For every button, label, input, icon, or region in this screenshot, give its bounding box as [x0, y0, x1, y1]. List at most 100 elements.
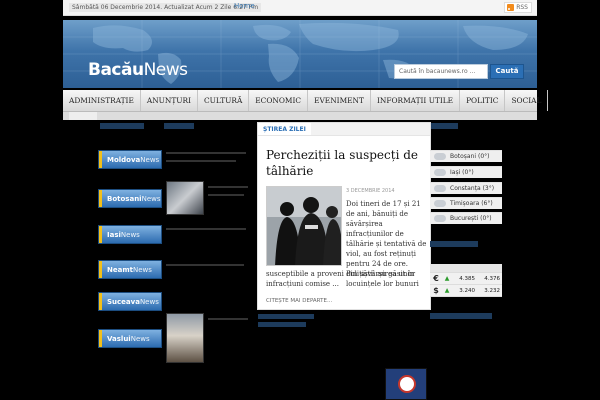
banner-accent	[99, 330, 102, 347]
fx-header-row	[430, 264, 502, 273]
news-logo-thumbnail[interactable]	[385, 368, 427, 400]
cloud-icon	[434, 185, 446, 192]
cloud-icon	[434, 215, 446, 222]
middle-column-heading	[164, 123, 194, 129]
nav-item-administratie[interactable]: ADMINISTRAȚIE	[63, 90, 141, 111]
featured-label: ȘTIREA ZILEI	[258, 123, 311, 135]
headline-placeholder[interactable]	[208, 186, 248, 188]
weather-city: București	[450, 215, 479, 222]
dollar-icon: $	[433, 286, 439, 295]
weather-row-timisoara[interactable]: Timișoara (6°)	[430, 197, 502, 209]
featured-date: 3 DECEMBRIE 2014	[346, 188, 395, 194]
weather-city: Timișoara	[450, 200, 480, 207]
cloud-icon	[434, 169, 446, 176]
police-photo-icon	[267, 187, 341, 265]
weather-temp: (0°)	[480, 215, 492, 222]
headline-placeholder[interactable]	[166, 152, 246, 154]
botosani-news-banner[interactable]: BotosaniNews	[98, 189, 162, 208]
badge-icon	[398, 375, 416, 393]
weather-temp: (0°)	[478, 153, 490, 160]
nav-item-eveniment[interactable]: EVENIMENT	[308, 90, 371, 111]
weather-row-bucuresti[interactable]: București (0°)	[430, 212, 502, 224]
headline-placeholder[interactable]	[208, 194, 244, 196]
banner-light: News	[139, 298, 159, 306]
nav-item-social[interactable]: SOCIAL	[505, 90, 549, 111]
featured-article: ȘTIREA ZILEI Percheziții la suspecți de …	[257, 122, 431, 310]
building-thumbnail[interactable]	[166, 313, 204, 363]
site-header: BacăuNews Caută în bacaunews.ro ... Caut…	[63, 20, 537, 88]
banner-light: News	[141, 195, 161, 203]
weather-city: Iași	[450, 169, 461, 176]
sub-nav-tag	[69, 112, 97, 120]
neamt-news-banner[interactable]: NeamtNews	[98, 260, 162, 279]
iasi-news-banner[interactable]: IasiNews	[98, 225, 162, 244]
weather-city: Botoșani	[450, 153, 477, 160]
weather-temp: (0°)	[462, 169, 474, 176]
cloud-icon	[434, 153, 446, 160]
nav-item-anunturi[interactable]: ANUNȚURI	[141, 90, 199, 111]
banner-bold: Botosani	[107, 195, 142, 203]
featured-body-continued: susceptibile a proveni din săvârșirea un…	[266, 270, 416, 288]
moldova-news-banner[interactable]: MoldovaNews	[98, 150, 162, 169]
rss-link[interactable]: RSS	[504, 2, 532, 13]
suceava-news-banner[interactable]: SuceavaNews	[98, 292, 162, 311]
search-button[interactable]: Caută	[490, 64, 524, 79]
banner-bold: Iasi	[107, 231, 121, 239]
banner-accent	[99, 261, 102, 278]
sidebar-heading	[430, 313, 492, 319]
headline-placeholder[interactable]	[166, 228, 246, 230]
headline-placeholder[interactable]	[166, 264, 244, 266]
featured-photo[interactable]	[266, 186, 342, 266]
banner-accent	[99, 226, 102, 243]
nav-item-politic[interactable]: POLITIC	[460, 90, 506, 111]
home-link[interactable]: Home	[234, 2, 255, 10]
vaslui-news-banner[interactable]: VasluiNews	[98, 329, 162, 348]
banner-light: News	[140, 156, 160, 164]
weather-temp: (6°)	[481, 200, 493, 207]
weather-row-botosani[interactable]: Botoșani (0°)	[430, 150, 502, 162]
banner-accent	[99, 151, 102, 168]
top-bar: Sâmbătă 06 Decembrie 2014. Actualizat Ac…	[63, 0, 537, 16]
featured-title[interactable]: Percheziții la suspecți de tâlhărie	[266, 147, 426, 179]
headline-placeholder[interactable]	[208, 318, 248, 320]
nav-item-cultura[interactable]: CULTURĂ	[198, 90, 250, 111]
car-thumbnail[interactable]	[166, 181, 204, 215]
banner-accent	[99, 190, 102, 207]
exchange-rate-table: € ▲ 4.385 4.376 $ ▲ 3.240 3.232	[430, 264, 502, 297]
site-logo[interactable]: BacăuNews	[88, 60, 188, 80]
section-heading	[258, 314, 314, 319]
banner-light: News	[130, 335, 150, 343]
main-nav: ADMINISTRAȚIE ANUNȚURI CULTURĂ ECONOMIC …	[63, 90, 549, 112]
rss-label: RSS	[516, 4, 528, 11]
arrow-up-icon: ▲	[444, 275, 450, 282]
fx-row-dollar: $ ▲ 3.240 3.232	[430, 285, 502, 297]
rss-icon	[507, 4, 515, 11]
sub-nav-strip	[63, 112, 537, 120]
nav-item-economic[interactable]: ECONOMIC	[249, 90, 309, 111]
fx-sell: 3.232	[484, 287, 500, 294]
arrow-up-icon: ▲	[444, 287, 450, 294]
logo-light: News	[143, 60, 188, 80]
left-column-heading	[100, 123, 144, 129]
banner-bold: Moldova	[107, 156, 141, 164]
fx-buy: 4.385	[459, 275, 475, 282]
banner-bold: Neamt	[107, 266, 133, 274]
fx-section-heading	[430, 241, 478, 247]
weather-row-constanta[interactable]: Constanța (3°)	[430, 182, 502, 194]
search-input[interactable]: Caută în bacaunews.ro ...	[394, 64, 488, 79]
banner-bold: Suceava	[107, 298, 140, 306]
weather-city: Constanța	[450, 185, 481, 192]
read-more-link[interactable]: CITEȘTE MAI DEPARTE...	[266, 298, 332, 304]
right-column-heading	[430, 123, 458, 129]
headline-placeholder[interactable]	[166, 160, 236, 162]
fx-buy: 3.240	[459, 287, 475, 294]
section-heading	[258, 322, 306, 327]
weather-row-iasi[interactable]: Iași (0°)	[430, 166, 502, 178]
nav-item-informatii-utile[interactable]: INFORMAȚII UTILE	[371, 90, 461, 111]
featured-flag: ȘTIREA ZILEI	[258, 123, 430, 136]
fx-row-euro: € ▲ 4.385 4.376	[430, 273, 502, 285]
logo-bold: Bacău	[88, 60, 144, 80]
weather-temp: (3°)	[482, 185, 495, 192]
banner-light: News	[120, 231, 140, 239]
fx-sell: 4.376	[484, 275, 500, 282]
